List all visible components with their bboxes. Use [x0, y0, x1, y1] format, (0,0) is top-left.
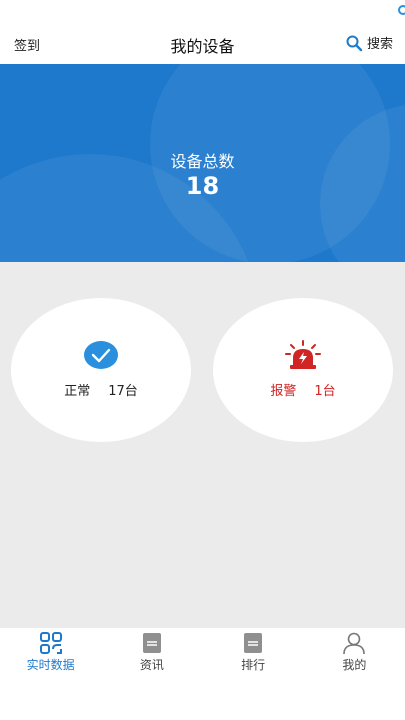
tab-ranking[interactable]: 排行	[203, 628, 304, 674]
normal-devices-card[interactable]: 正常 17台	[11, 298, 191, 442]
tab-realtime-data[interactable]: 实时数据	[0, 628, 101, 674]
tab-label: 实时数据	[26, 658, 75, 672]
alarm-label: 报警	[270, 384, 297, 399]
search-icon	[346, 35, 363, 51]
status-indicator-icon	[398, 5, 405, 15]
document-icon	[244, 633, 263, 653]
check-icon	[84, 341, 118, 369]
alarm-siren-icon	[285, 340, 321, 369]
tab-news[interactable]: 资讯	[101, 628, 202, 674]
normal-label: 正常	[64, 384, 91, 399]
tab-label: 资讯	[139, 658, 164, 672]
device-summary-banner: 设备总数 18	[0, 64, 405, 262]
normal-count: 17台	[108, 384, 138, 399]
user-icon	[343, 632, 366, 654]
search-label: 搜索	[366, 37, 393, 52]
top-bar: 签到 我的设备 搜索	[0, 0, 405, 64]
bottom-spacer	[0, 674, 405, 720]
tab-label: 我的	[342, 658, 367, 672]
document-icon	[142, 633, 161, 653]
total-devices-label: 设备总数	[170, 152, 235, 171]
qr-grid-icon	[39, 632, 62, 654]
alarm-count: 1台	[314, 384, 336, 399]
bottom-tab-bar: 实时数据 资讯 排行 我的	[0, 628, 405, 674]
alarm-devices-text: 报警 1台	[213, 380, 393, 399]
tab-label: 排行	[241, 658, 266, 672]
tab-mine[interactable]: 我的	[304, 628, 405, 674]
normal-devices-text: 正常 17台	[11, 380, 191, 399]
search-button[interactable]: 搜索	[345, 33, 393, 52]
alarm-devices-card[interactable]: 报警 1台	[213, 298, 393, 442]
total-devices-count: 18	[185, 172, 220, 200]
